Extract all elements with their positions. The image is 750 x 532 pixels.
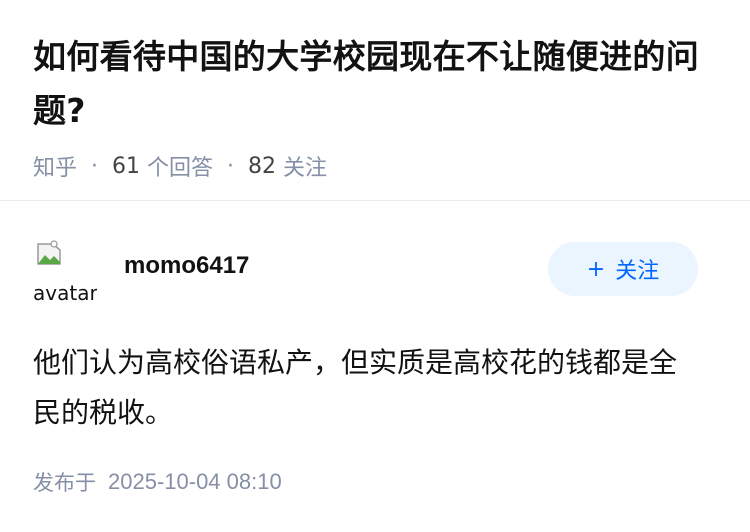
publish-info: 发布于 2025-10-04 08:10 (33, 466, 282, 498)
source-label[interactable]: 知乎 (33, 150, 77, 182)
answer-content: 他们认为高校俗语私产，但实质是高校花的钱都是全民的税收。 (33, 346, 678, 429)
follower-count: 82 (248, 153, 277, 179)
avatar-alt-text: avatar (33, 281, 97, 302)
question-header: 如何看待中国的大学校园现在不让随便进的问题? 知乎 · 61 个回答 · 82 … (33, 30, 723, 182)
answer-card: avatar momo6417 + 关注 他们认为高校俗语私产，但实质是高校花的… (33, 238, 723, 438)
follow-button[interactable]: + 关注 (548, 242, 698, 296)
answer-count-label: 个回答 (147, 156, 214, 181)
meta-separator: · (227, 153, 235, 179)
author-row: avatar momo6417 + 关注 (33, 238, 723, 302)
plus-icon: + (586, 256, 606, 282)
question-meta: 知乎 · 61 个回答 · 82 关注 (33, 150, 723, 182)
follow-button-label: 关注 (615, 259, 660, 284)
meta-separator: · (91, 153, 99, 179)
answer-count: 61 (112, 153, 141, 179)
avatar[interactable]: avatar (33, 238, 97, 302)
section-divider (0, 200, 750, 201)
broken-image-icon (37, 240, 61, 265)
author-name[interactable]: momo6417 (124, 252, 249, 280)
follower-count-label: 关注 (283, 156, 328, 181)
publish-time: 2025-10-04 08:10 (108, 469, 282, 494)
question-title[interactable]: 如何看待中国的大学校园现在不让随便进的问题? (33, 30, 723, 138)
publish-label: 发布于 (33, 471, 96, 495)
